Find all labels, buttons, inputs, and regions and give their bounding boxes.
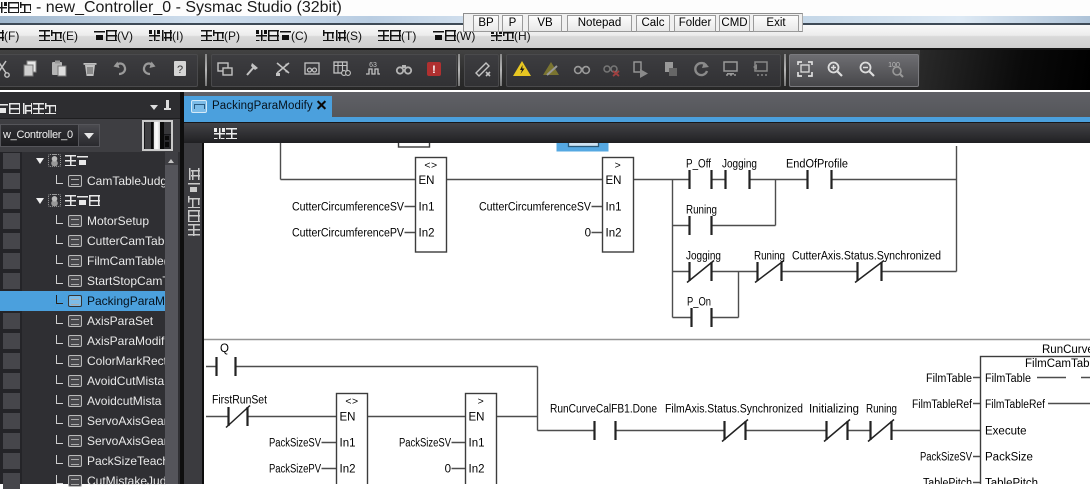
svg-text:FilmCamTable: FilmCamTable <box>1025 358 1090 370</box>
svg-text:PackSize: PackSize <box>985 452 1033 464</box>
svg-text:In2: In2 <box>469 464 485 476</box>
svg-text:>: > <box>478 396 485 408</box>
svg-text:FilmTable: FilmTable <box>926 373 972 385</box>
svg-text:<>: <> <box>424 160 437 172</box>
svg-text:Jogging: Jogging <box>722 159 757 171</box>
svg-text:EN: EN <box>340 412 356 424</box>
svg-text:CutterAxis.Status.Synchronized: CutterAxis.Status.Synchronized <box>792 251 941 263</box>
svg-text:FilmTableRef: FilmTableRef <box>985 399 1046 411</box>
svg-text:<>: <> <box>345 396 358 408</box>
svg-text:CutterCircumferencePV: CutterCircumferencePV <box>292 228 404 240</box>
svg-text:Runing: Runing <box>754 251 785 263</box>
svg-text:Jogging: Jogging <box>686 251 721 263</box>
svg-text:In1: In1 <box>469 438 485 450</box>
svg-text:Runing: Runing <box>866 404 897 416</box>
svg-text:PackSizeSV: PackSizeSV <box>920 452 972 464</box>
svg-text:Q: Q <box>220 343 229 355</box>
svg-text:?: ? <box>177 64 183 76</box>
svg-text:EN: EN <box>469 412 485 424</box>
svg-text:In1: In1 <box>340 438 356 450</box>
svg-text:TablePitch: TablePitch <box>985 478 1038 485</box>
svg-text:Runing: Runing <box>686 205 717 217</box>
svg-text:PackSizeSV: PackSizeSV <box>269 438 321 450</box>
svg-text:EN: EN <box>419 175 435 187</box>
svg-text:In1: In1 <box>606 202 622 214</box>
svg-text:TablePitch: TablePitch <box>923 478 972 485</box>
svg-text:In2: In2 <box>419 228 435 240</box>
svg-text:In2: In2 <box>340 464 356 476</box>
svg-text:Execute: Execute <box>985 426 1027 438</box>
svg-text:!: ! <box>432 64 436 76</box>
svg-text:FilmAxis.Status.Synchronized: FilmAxis.Status.Synchronized <box>665 404 803 416</box>
svg-text:In2: In2 <box>606 228 622 240</box>
svg-text:PackSizePV: PackSizePV <box>269 464 321 476</box>
svg-text:0: 0 <box>445 464 451 476</box>
svg-text:P_On: P_On <box>687 297 711 309</box>
svg-text:FirstRunSet: FirstRunSet <box>212 395 268 407</box>
svg-text:CutterCircumferenceSV: CutterCircumferenceSV <box>292 202 404 214</box>
svg-text:PackSizeSV: PackSizeSV <box>399 438 451 450</box>
svg-text:>: > <box>615 160 622 172</box>
svg-text:Initializing: Initializing <box>809 404 859 416</box>
svg-text:CutterCircumferenceSV: CutterCircumferenceSV <box>479 202 591 214</box>
svg-text:RunCurveC: RunCurveC <box>1042 344 1090 356</box>
svg-text:FilmTable: FilmTable <box>985 373 1031 385</box>
svg-text:RunCurveCalFB1.Done: RunCurveCalFB1.Done <box>550 404 657 416</box>
svg-text:63: 63 <box>369 62 377 69</box>
svg-text:FilmTableRef: FilmTableRef <box>912 399 973 411</box>
svg-text:EndOfProfile: EndOfProfile <box>786 159 848 171</box>
svg-text:0: 0 <box>585 228 591 240</box>
svg-text:EN: EN <box>606 175 622 187</box>
svg-text:P_Off: P_Off <box>686 159 712 171</box>
svg-text:In1: In1 <box>419 202 435 214</box>
